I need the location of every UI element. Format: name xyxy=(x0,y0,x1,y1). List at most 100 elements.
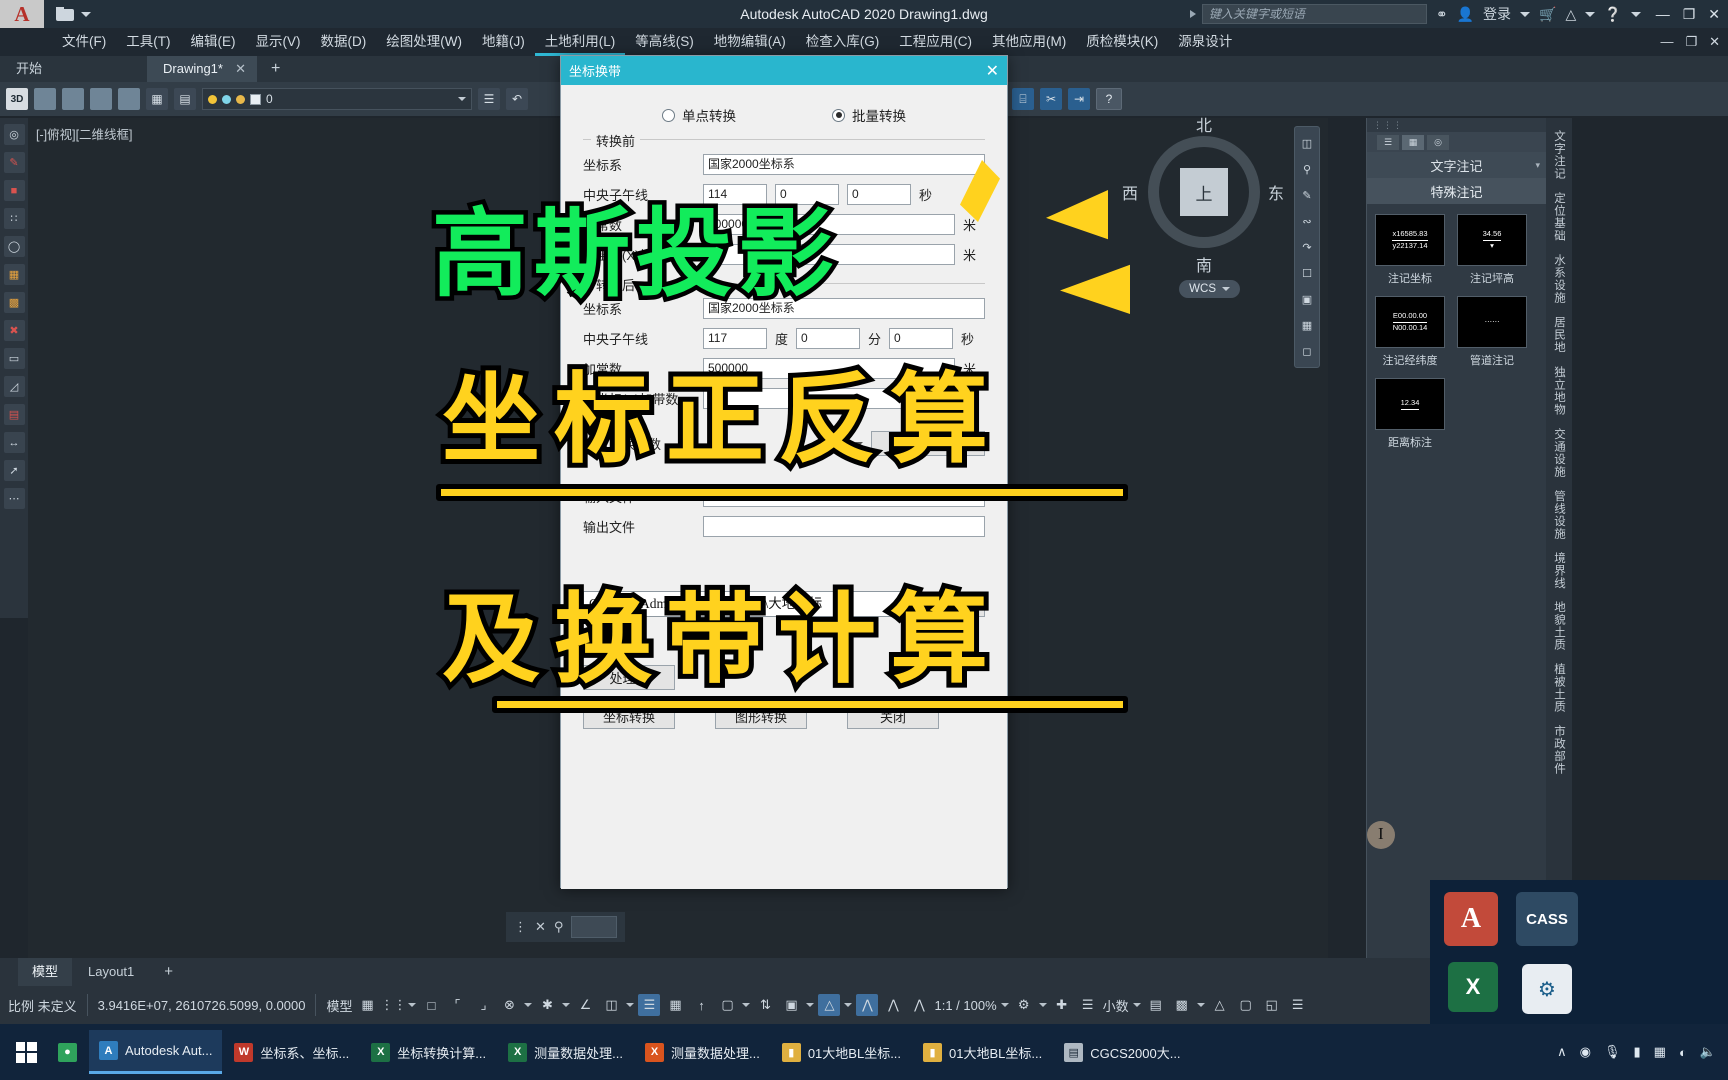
taskbar-item-wps-1[interactable]: X 测量数据处理... xyxy=(635,1030,770,1074)
chevron-down-icon[interactable] xyxy=(806,1003,815,1007)
3d-tool-icon[interactable]: 3D xyxy=(6,88,28,110)
taskbar-item-excel-1[interactable]: X 坐标转换计算... xyxy=(361,1030,496,1074)
chevron-down-icon[interactable] xyxy=(524,1003,533,1007)
chevron-down-icon[interactable] xyxy=(408,1003,417,1007)
menu-item-tools[interactable]: 工具(T) xyxy=(116,28,180,56)
palette-card-annotate-elevation[interactable]: 34.56 ▾ 注记坪高 xyxy=(1457,214,1527,286)
radio-single-point[interactable]: 单点转换 xyxy=(662,105,736,125)
isolate-objects-icon[interactable]: △ xyxy=(1209,994,1231,1016)
cass-desktop-icon[interactable]: CASS xyxy=(1516,892,1578,946)
space-label[interactable]: 模型 xyxy=(326,996,352,1015)
vtab-positioning[interactable]: 定位基础 xyxy=(1551,186,1567,248)
command-line-stub[interactable]: ⋮ ✕ ⚲ xyxy=(506,912,626,942)
taskbar-item-folder-1[interactable]: ▮ 01大地BL坐标... xyxy=(772,1030,911,1074)
layer-state-icon[interactable]: ▤ xyxy=(174,88,196,110)
coordinates-readout[interactable]: 3.9416E+07, 2610726.5099, 0.0000 xyxy=(98,998,306,1013)
polar-tracking-icon[interactable]: ⌜ xyxy=(446,994,468,1016)
user-icon[interactable]: 👤 xyxy=(1457,6,1474,23)
tray-network-app-icon[interactable]: ◉ xyxy=(1580,1044,1591,1060)
vtab-landform[interactable]: 地貌土质 xyxy=(1551,595,1567,657)
menu-item-contour[interactable]: 等高线(S) xyxy=(625,28,704,56)
object-snap-icon[interactable]: ✱ xyxy=(536,994,558,1016)
chevron-down-icon[interactable] xyxy=(855,441,864,446)
image-frame-icon[interactable] xyxy=(118,88,140,110)
palette-card-annotate-coordinate[interactable]: x16585.83 y22137.14 注记坐标 xyxy=(1375,214,1445,286)
transparency-icon[interactable]: ◫ xyxy=(600,994,622,1016)
radio-icon[interactable] xyxy=(662,108,675,122)
menu-item-qc-module[interactable]: 质检模块(K) xyxy=(1076,28,1168,56)
taskbar-item-excel-2[interactable]: X 测量数据处理... xyxy=(498,1030,633,1074)
extend-tool-icon[interactable]: ⇥ xyxy=(1068,88,1090,110)
layer-color-swatch[interactable] xyxy=(250,93,261,105)
palette-group-text-annotation[interactable]: 文字注记 ▾ xyxy=(1367,152,1546,178)
process-block-button[interactable]: 处理块 xyxy=(583,665,675,690)
palette-card-distance-dimension[interactable]: 12.34 距离标注 xyxy=(1375,378,1445,450)
lock-ui-icon[interactable]: ▩ xyxy=(1171,994,1193,1016)
edit-point-icon[interactable]: ✎ xyxy=(3,152,25,173)
palette-card-annotate-latlon[interactable]: E00.00.00 N00.00.14 注记经纬度 xyxy=(1375,296,1445,368)
chevron-down-icon[interactable] xyxy=(1132,1003,1141,1007)
vtab-residential[interactable]: 居民地 xyxy=(1551,310,1567,360)
locate-button[interactable]: ◎ xyxy=(1427,134,1449,150)
vtab-text-annotation[interactable]: 文字注记 xyxy=(1551,124,1567,186)
doc-minimize-button[interactable]: — xyxy=(1660,34,1673,50)
command-line-grip[interactable]: ⋮ xyxy=(514,919,527,935)
start-button[interactable] xyxy=(6,1024,46,1080)
input-before-meridian-min[interactable]: 0 xyxy=(775,184,839,205)
palette-thumbnail[interactable]: E00.00.00 N00.00.14 xyxy=(1375,296,1445,348)
binoculars-icon[interactable]: ⚭ xyxy=(1436,6,1448,23)
taskbar-item-folder-2[interactable]: ▮ 01大地BL坐标... xyxy=(913,1030,1052,1074)
chevron-down-icon[interactable] xyxy=(844,1003,853,1007)
chevron-down-icon[interactable] xyxy=(1196,1003,1205,1007)
help-icon[interactable]: ❔ xyxy=(1604,6,1621,23)
layer-freeze-icon[interactable] xyxy=(222,94,231,104)
annotation-add-icon[interactable]: ⋀ xyxy=(882,994,904,1016)
menu-item-cadastre[interactable]: 地籍(J) xyxy=(472,28,535,56)
tab-start[interactable]: 开始 xyxy=(0,56,145,82)
signin-label[interactable]: 登录 xyxy=(1483,4,1511,24)
vtab-vegetation[interactable]: 植被土质 xyxy=(1551,657,1567,719)
grid-tool-icon[interactable]: ▦ xyxy=(3,264,25,285)
input-after-zone-prefix[interactable]: 0 xyxy=(703,388,955,409)
units-label[interactable]: 小数 xyxy=(1103,996,1129,1015)
input-after-constant[interactable]: 500000 xyxy=(703,358,955,379)
radio-icon-selected[interactable] xyxy=(832,108,845,122)
layer-properties-icon[interactable]: ▦ xyxy=(146,88,168,110)
image-adjust-icon[interactable] xyxy=(62,88,84,110)
arc-icon[interactable]: ↷ xyxy=(1298,238,1316,256)
measure-icon[interactable]: ✎ xyxy=(1298,186,1316,204)
raster-image-icon[interactable] xyxy=(34,88,56,110)
autocad-desktop-icon[interactable]: A xyxy=(1444,892,1498,946)
customization-icon[interactable]: ☰ xyxy=(1287,994,1309,1016)
menu-item-data[interactable]: 数据(D) xyxy=(311,28,377,56)
delete-point-icon[interactable]: ■ xyxy=(3,180,25,201)
workspace-switch-icon[interactable]: △ xyxy=(818,994,841,1016)
wcs-selector[interactable]: WCS xyxy=(1179,280,1240,298)
input-after-meridian-min[interactable]: 0 xyxy=(796,328,861,349)
chevron-down-icon[interactable] xyxy=(626,1003,635,1007)
dimension-tool-icon[interactable]: ↔ xyxy=(3,432,25,453)
tray-volume-icon[interactable]: 🔈 xyxy=(1700,1044,1716,1060)
zoom-extents-icon[interactable]: ⚲ xyxy=(1298,160,1316,178)
layer-on-icon[interactable] xyxy=(208,94,217,104)
chevron-down-icon[interactable] xyxy=(742,1003,751,1007)
delete-layer-icon[interactable]: ◻ xyxy=(1298,342,1316,360)
hatch-tool-icon[interactable]: ▤ xyxy=(3,404,25,425)
restore-button[interactable]: ❐ xyxy=(1683,6,1696,23)
trim-tool-icon[interactable]: ✂ xyxy=(1040,88,1062,110)
add-tool-icon[interactable]: ✚ xyxy=(1051,994,1073,1016)
autodesk-cloud-icon[interactable]: △ xyxy=(1565,6,1576,23)
coordinate-zone-conversion-dialog[interactable]: 坐标换带 ✕ 单点转换 批量转换 转换前 坐标系 国家2000坐标系 中央子午线… xyxy=(560,55,1395,889)
palette-group-special-annotation[interactable]: 特殊注记 xyxy=(1367,178,1546,204)
close-icon[interactable]: ✕ xyxy=(535,919,546,935)
3d-object-snap-icon[interactable]: ▦ xyxy=(664,994,686,1016)
menu-item-engineering[interactable]: 工程应用(C) xyxy=(889,28,982,56)
arrow-tool-icon[interactable]: ➚ xyxy=(3,460,25,481)
expand-right-icon[interactable] xyxy=(1189,10,1196,18)
dynamic-ucs-icon[interactable]: ↑ xyxy=(690,994,712,1016)
palette-grip[interactable]: ⋮⋮⋮ xyxy=(1367,118,1546,132)
select-before-coordsys[interactable]: 国家2000坐标系 xyxy=(703,154,985,175)
close-icon[interactable]: ✕ xyxy=(235,56,246,82)
lineweight-icon[interactable]: ∠ xyxy=(574,994,596,1016)
vtab-water[interactable]: 水系设施 xyxy=(1551,248,1567,310)
